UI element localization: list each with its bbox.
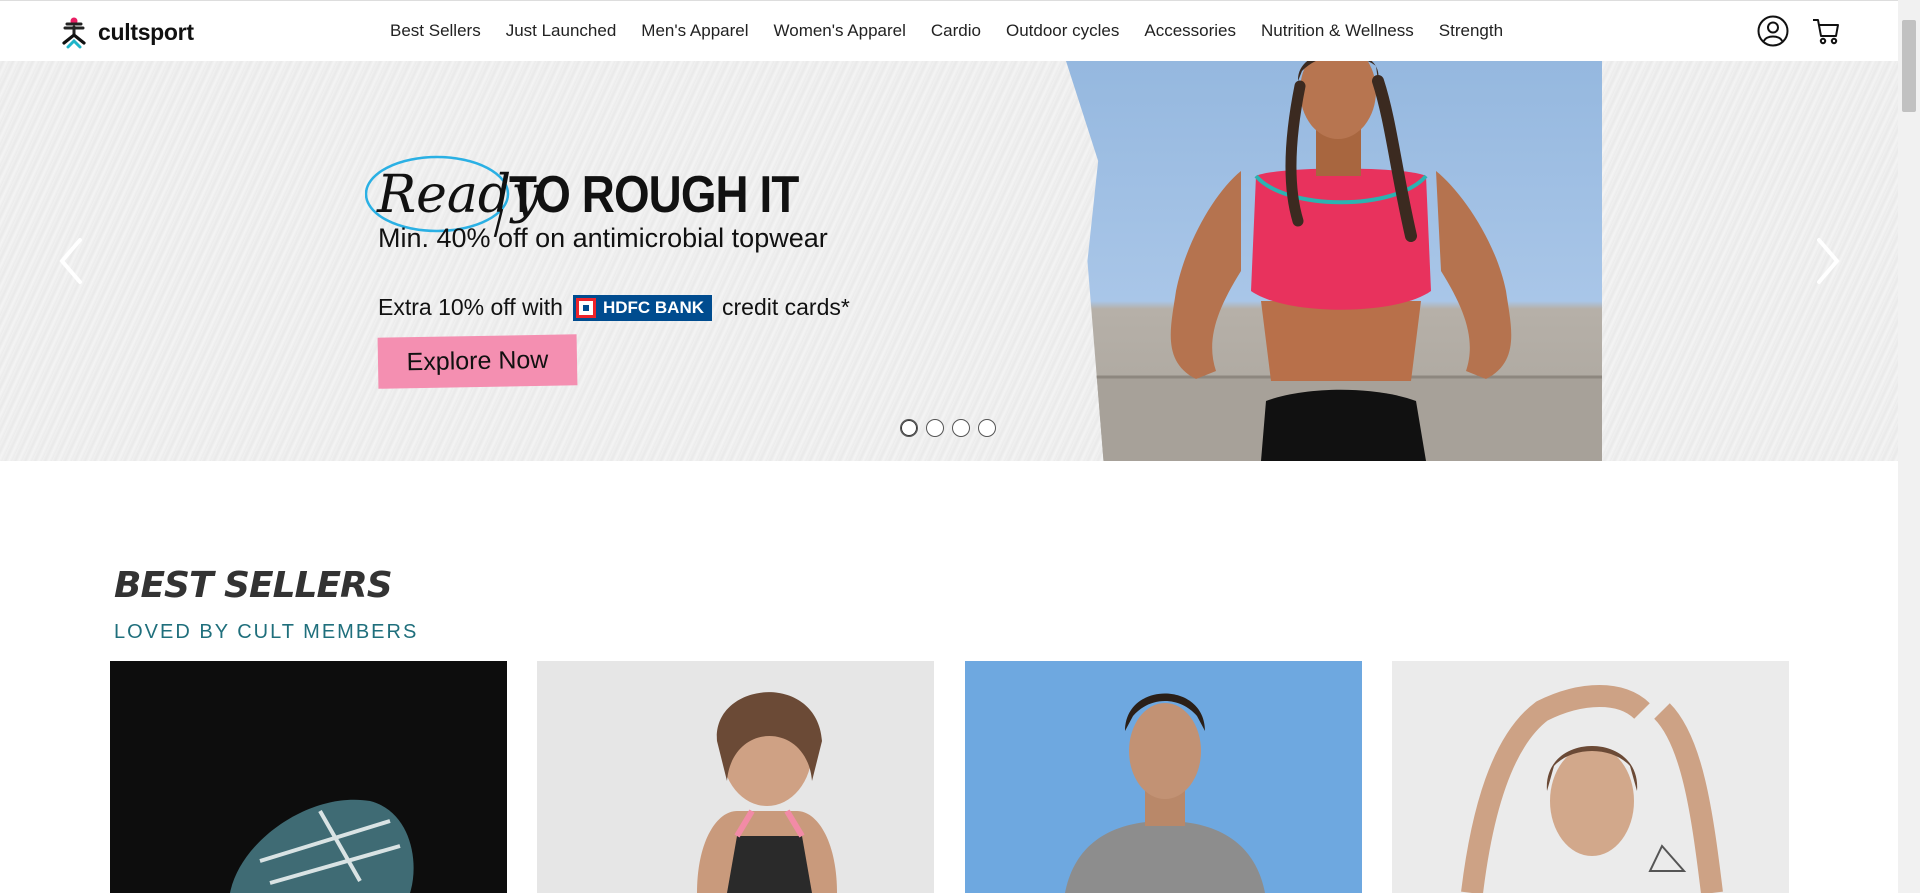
carousel-next-icon[interactable] (1813, 236, 1843, 286)
carousel-dot[interactable] (900, 419, 918, 437)
offer-prefix: Extra 10% off with (378, 294, 563, 320)
product-card-mens-tshirt[interactable] (965, 661, 1362, 893)
nav-mens-apparel[interactable]: Men's Apparel (641, 21, 748, 41)
product-card-womens-top[interactable] (1392, 661, 1789, 893)
model-illustration (1066, 61, 1602, 461)
nav-best-sellers[interactable]: Best Sellers (390, 21, 481, 41)
nav-just-launched[interactable]: Just Launched (506, 21, 617, 41)
woman-stretch-image (1392, 661, 1789, 893)
nav-outdoor-cycles[interactable]: Outdoor cycles (1006, 21, 1119, 41)
man-tshirt-image (965, 661, 1362, 893)
product-card-shoe[interactable] (110, 661, 507, 893)
bank-offer: Extra 10% off with HDFC BANK credit card… (378, 294, 850, 321)
nav-womens-apparel[interactable]: Women's Apparel (774, 21, 906, 41)
woman-sports-bra-image (537, 661, 934, 893)
hero-banner[interactable]: Ready TO ROUGH IT Min. 40% off on antimi… (0, 61, 1898, 461)
hero-subtitle: Min. 40% off on antimicrobial topwear (378, 223, 828, 253)
offer-suffix: credit cards* (722, 294, 850, 320)
nav-accessories[interactable]: Accessories (1144, 21, 1236, 41)
main-nav: Best Sellers Just Launched Men's Apparel… (390, 1, 1528, 61)
best-sellers-title: BEST SELLERS (114, 565, 393, 606)
header-actions (1757, 15, 1841, 47)
hero-model-photo (1066, 61, 1602, 461)
cart-icon[interactable] (1811, 16, 1841, 46)
page-scrollbar[interactable] (1898, 0, 1920, 893)
hero-title-bold: TO ROUGH IT (509, 166, 799, 224)
nav-strength[interactable]: Strength (1439, 21, 1503, 41)
hdfc-mark-icon (575, 297, 596, 318)
hdfc-bank-logo: HDFC BANK (572, 294, 712, 321)
explore-now-button[interactable]: Explore Now (377, 334, 578, 389)
nav-cardio[interactable]: Cardio (931, 21, 981, 41)
carousel-dot[interactable] (978, 419, 996, 437)
product-card-sports-bra[interactable] (537, 661, 934, 893)
brand-logo[interactable]: cultsport (58, 15, 194, 49)
cult-logo-icon (62, 17, 86, 49)
carousel-dot[interactable] (926, 419, 944, 437)
user-circle-icon[interactable] (1757, 15, 1789, 47)
best-sellers-subtitle: LOVED BY CULT MEMBERS (114, 621, 419, 643)
nav-nutrition-wellness[interactable]: Nutrition & Wellness (1261, 21, 1414, 41)
shoe-sole-image (230, 799, 414, 893)
carousel-prev-icon[interactable] (56, 236, 86, 286)
page: cultsport Best Sellers Just Launched Men… (0, 0, 1898, 893)
scrollbar-thumb[interactable] (1902, 20, 1916, 112)
carousel-dots (900, 419, 996, 437)
bank-name: HDFC BANK (602, 297, 704, 317)
carousel-dot[interactable] (952, 419, 970, 437)
site-header: cultsport Best Sellers Just Launched Men… (0, 0, 1898, 60)
brand-name: cultsport (98, 18, 194, 45)
